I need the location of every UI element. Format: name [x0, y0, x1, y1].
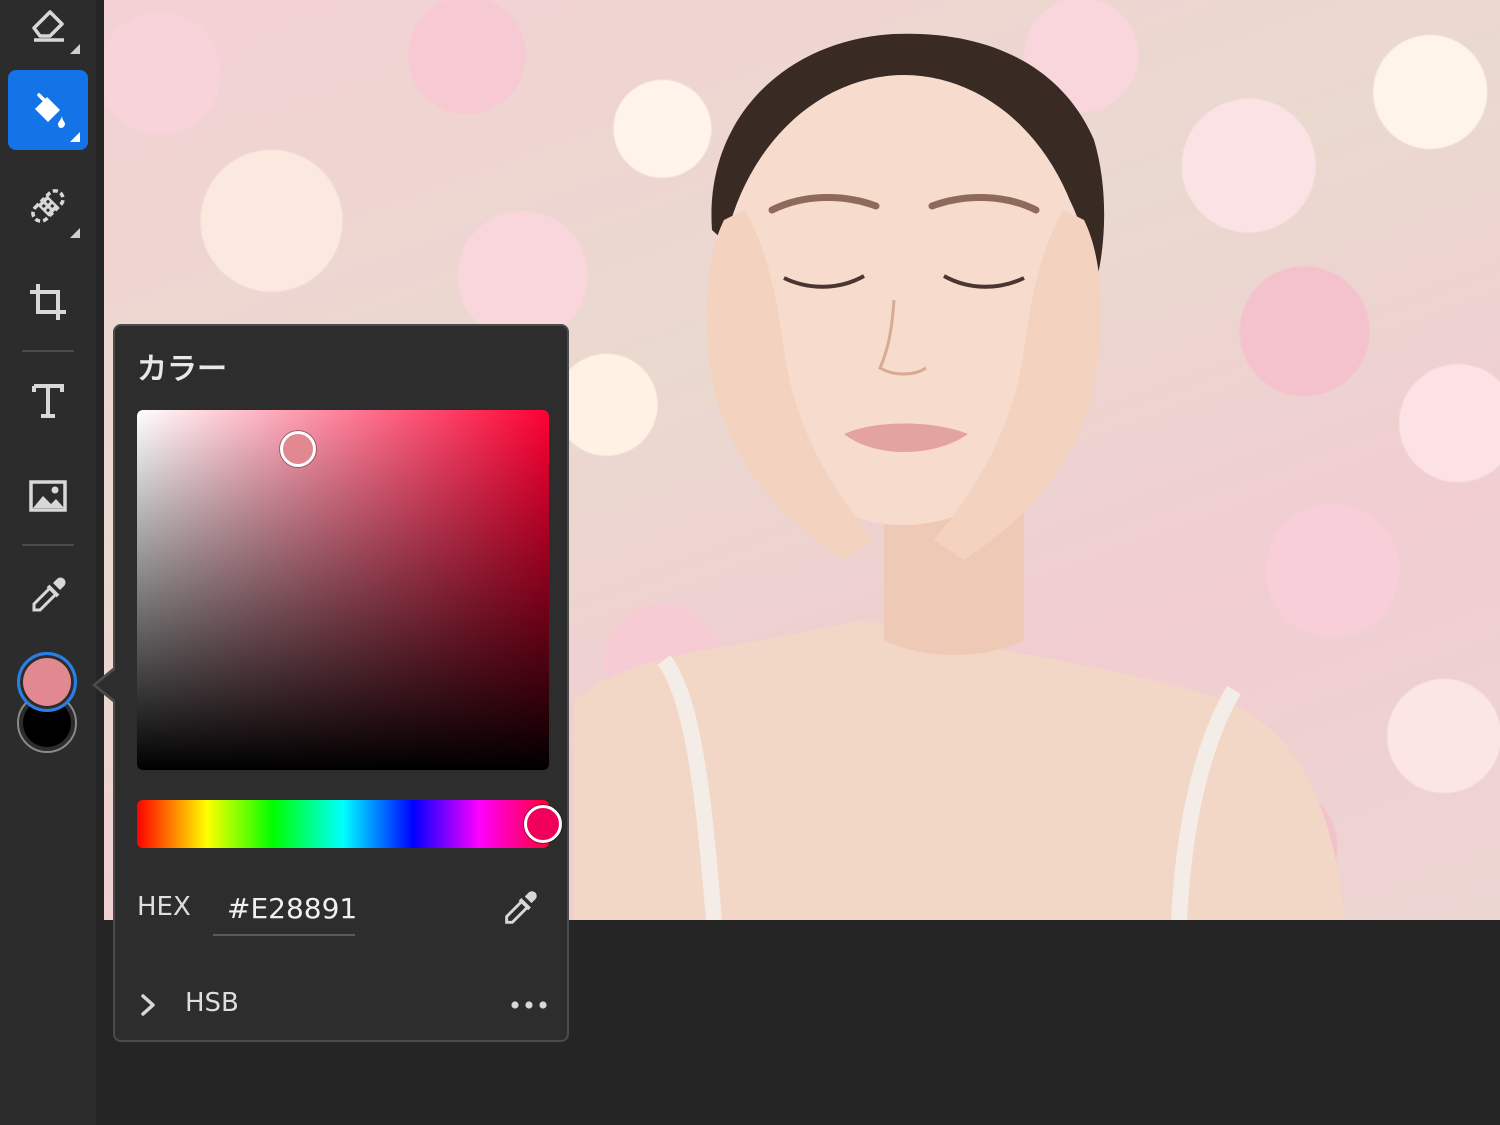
color-mode-row[interactable]: HSB: [137, 986, 549, 1026]
foreground-color-swatch[interactable]: [17, 652, 77, 712]
saturation-brightness-field[interactable]: [137, 410, 549, 770]
popover-arrow-fill: [96, 670, 115, 700]
healing-tool-button[interactable]: [8, 166, 88, 246]
bandage-icon: [31, 189, 65, 223]
eraser-tool-button[interactable]: [8, 0, 88, 62]
text-icon: [32, 384, 64, 418]
text-tool-button[interactable]: [8, 360, 88, 440]
color-mode-label[interactable]: HSB: [185, 988, 239, 1018]
chevron-right-icon[interactable]: [137, 990, 161, 1020]
color-field-handle[interactable]: [280, 431, 316, 467]
panel-title: カラー: [137, 352, 227, 387]
hue-slider-handle[interactable]: [524, 805, 562, 843]
submenu-indicator: [70, 44, 80, 54]
eyedropper-icon[interactable]: [499, 886, 541, 928]
paint-bucket-icon: [35, 93, 65, 128]
more-options-icon[interactable]: [509, 990, 549, 1020]
color-picker-popover: カラー HEX #E28891 HSB: [113, 324, 569, 1042]
crop-icon: [30, 284, 66, 320]
paint-bucket-tool-button[interactable]: [8, 70, 88, 150]
hue-slider[interactable]: [137, 800, 549, 848]
eyedropper-icon: [32, 577, 66, 612]
submenu-indicator: [70, 132, 80, 142]
hex-label: HEX: [137, 892, 191, 922]
toolbar-divider: [22, 544, 74, 546]
image-tool-button[interactable]: [8, 456, 88, 536]
crop-tool-button[interactable]: [8, 262, 88, 342]
tool-bar: [0, 0, 96, 1125]
toolbar-divider: [22, 350, 74, 352]
eyedropper-tool-button[interactable]: [8, 554, 88, 634]
hex-input[interactable]: #E28891: [213, 884, 357, 936]
hex-value[interactable]: #E28891: [227, 892, 357, 925]
image-icon: [29, 480, 67, 512]
submenu-indicator: [70, 228, 80, 238]
eraser-icon: [32, 10, 64, 42]
